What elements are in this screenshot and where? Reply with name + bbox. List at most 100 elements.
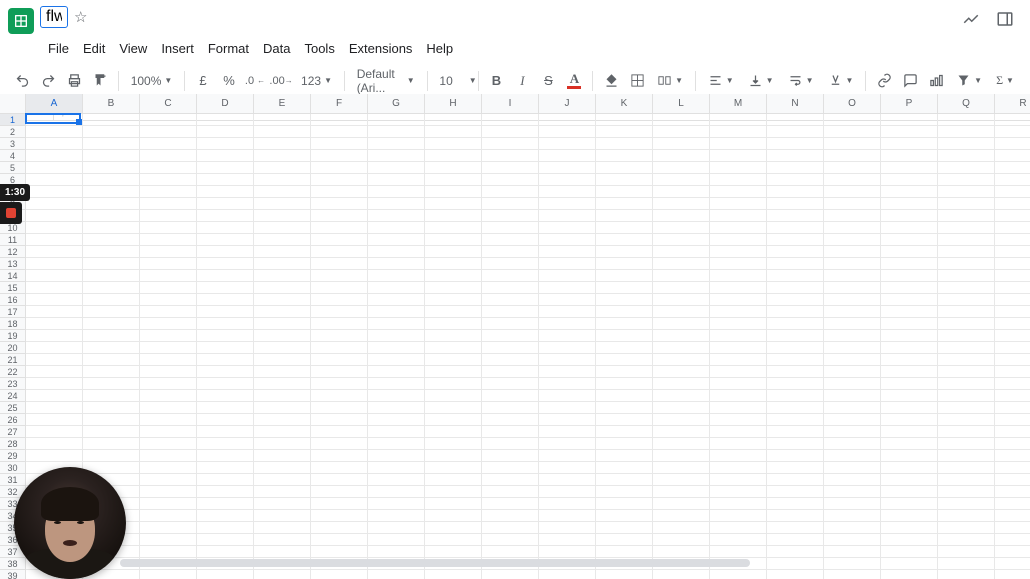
menu-view[interactable]: View (113, 38, 153, 59)
cell[interactable] (596, 462, 653, 474)
cell[interactable] (368, 474, 425, 486)
cell[interactable] (767, 390, 824, 402)
cell[interactable] (653, 198, 710, 210)
cell[interactable] (254, 330, 311, 342)
currency-button[interactable]: £ (191, 69, 215, 93)
column-header[interactable]: J (539, 94, 596, 113)
cell[interactable] (140, 222, 197, 234)
cell[interactable] (482, 330, 539, 342)
row-header[interactable]: 5 (0, 162, 25, 174)
cell[interactable] (881, 198, 938, 210)
cell[interactable] (425, 486, 482, 498)
cell[interactable] (254, 498, 311, 510)
cell[interactable] (425, 246, 482, 258)
cell[interactable] (995, 234, 1030, 246)
cell[interactable] (140, 522, 197, 534)
cell[interactable] (368, 498, 425, 510)
cell[interactable] (710, 138, 767, 150)
cell[interactable] (368, 354, 425, 366)
cell[interactable] (140, 126, 197, 138)
cell[interactable] (596, 498, 653, 510)
cell[interactable] (539, 390, 596, 402)
cell[interactable] (425, 330, 482, 342)
cell[interactable] (311, 294, 368, 306)
cell[interactable] (824, 162, 881, 174)
cell[interactable] (596, 546, 653, 558)
cell[interactable] (425, 390, 482, 402)
cell[interactable] (995, 366, 1030, 378)
row-header[interactable]: 4 (0, 150, 25, 162)
cell[interactable] (995, 498, 1030, 510)
cell[interactable] (311, 378, 368, 390)
cell[interactable] (596, 222, 653, 234)
cell[interactable] (311, 138, 368, 150)
cell[interactable] (824, 210, 881, 222)
cell[interactable] (425, 186, 482, 198)
cell[interactable] (653, 294, 710, 306)
cell[interactable] (938, 126, 995, 138)
cell[interactable] (26, 138, 83, 150)
row-header[interactable]: 24 (0, 390, 25, 402)
column-header[interactable]: F (311, 94, 368, 113)
cell[interactable] (482, 450, 539, 462)
cell[interactable] (767, 366, 824, 378)
cell[interactable] (596, 414, 653, 426)
cell[interactable] (425, 114, 482, 126)
cell[interactable] (596, 138, 653, 150)
cell[interactable] (539, 534, 596, 546)
cell[interactable] (767, 402, 824, 414)
cell[interactable] (596, 294, 653, 306)
functions-dropdown[interactable]: Σ▼ (990, 69, 1020, 93)
cell[interactable] (140, 426, 197, 438)
cell[interactable] (596, 114, 653, 126)
cell[interactable] (596, 258, 653, 270)
cell[interactable] (311, 150, 368, 162)
cell[interactable] (938, 330, 995, 342)
cell[interactable] (311, 258, 368, 270)
cell[interactable] (824, 414, 881, 426)
cell[interactable] (596, 198, 653, 210)
row-header[interactable]: 1 (0, 114, 25, 126)
cell[interactable] (83, 306, 140, 318)
cell[interactable] (881, 174, 938, 186)
cell[interactable] (824, 474, 881, 486)
cell[interactable] (767, 522, 824, 534)
cell[interactable] (140, 318, 197, 330)
cell[interactable] (881, 330, 938, 342)
cell[interactable] (425, 138, 482, 150)
cell[interactable] (710, 150, 767, 162)
cell[interactable] (995, 474, 1030, 486)
cell[interactable] (254, 318, 311, 330)
cell[interactable] (653, 510, 710, 522)
cell[interactable] (311, 246, 368, 258)
cell[interactable] (254, 114, 311, 126)
cell[interactable] (938, 282, 995, 294)
cell[interactable] (881, 234, 938, 246)
cell[interactable] (311, 534, 368, 546)
cell[interactable] (653, 546, 710, 558)
cell[interactable] (767, 270, 824, 282)
cell[interactable] (596, 426, 653, 438)
decrease-decimal-button[interactable]: .0 ← (243, 69, 267, 93)
cell[interactable] (653, 462, 710, 474)
cell[interactable] (938, 150, 995, 162)
cell[interactable] (881, 486, 938, 498)
row-header[interactable]: 15 (0, 282, 25, 294)
cell[interactable] (767, 174, 824, 186)
cell[interactable] (881, 222, 938, 234)
cell[interactable] (368, 162, 425, 174)
column-header[interactable]: A (26, 94, 83, 113)
row-header[interactable]: 28 (0, 438, 25, 450)
column-header[interactable]: B (83, 94, 140, 113)
cell[interactable] (596, 234, 653, 246)
cell[interactable] (140, 450, 197, 462)
cell[interactable] (311, 186, 368, 198)
cell[interactable] (938, 570, 995, 579)
cell[interactable] (482, 402, 539, 414)
cell[interactable] (710, 114, 767, 126)
cell[interactable] (824, 174, 881, 186)
cell[interactable] (767, 546, 824, 558)
cell[interactable] (938, 498, 995, 510)
cell[interactable] (425, 402, 482, 414)
cell[interactable] (140, 510, 197, 522)
